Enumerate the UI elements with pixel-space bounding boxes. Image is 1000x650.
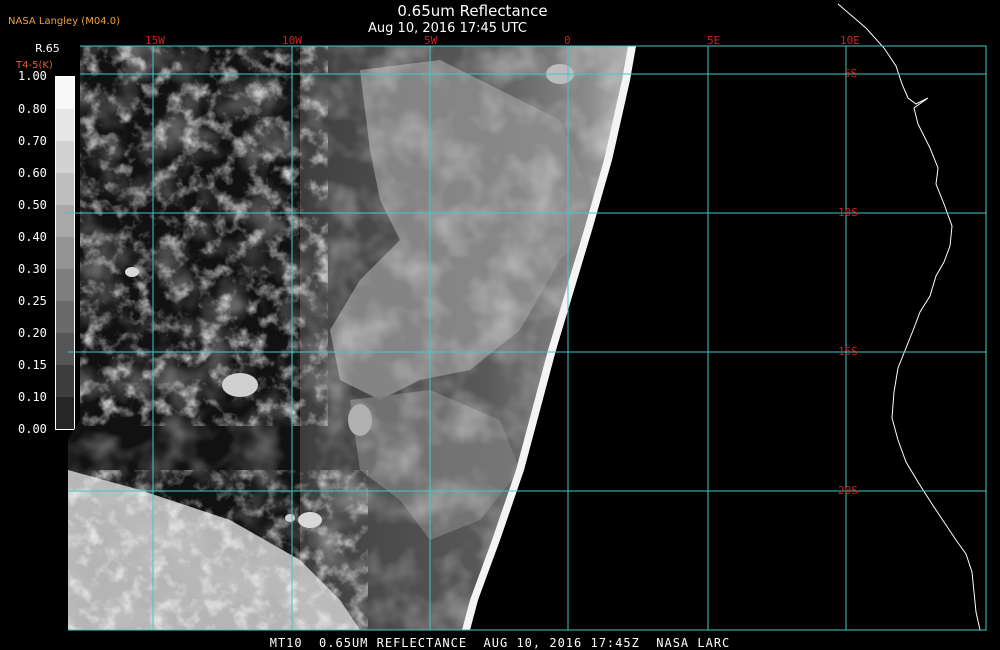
latitude-label: 10S <box>838 206 858 219</box>
coastline <box>837 3 981 631</box>
longitude-label: 15W <box>145 34 165 47</box>
latitude-label: 20S <box>838 484 858 497</box>
latitude-label: 15S <box>838 345 858 358</box>
footer-caption: MT10 0.65UM REFLECTANCE AUG 10, 2016 17:… <box>269 636 731 650</box>
latitude-label: 5S <box>844 67 857 80</box>
longitude-label: 5W <box>424 34 438 47</box>
satellite-map[interactable]: 15W 10W 5W 0 5E 10E 5S 10S 15S 20S <box>0 0 1000 650</box>
latitude-labels: 5S 10S 15S 20S <box>838 67 858 497</box>
earth-disk <box>68 46 636 630</box>
longitude-label: 5E <box>707 34 720 47</box>
longitude-labels: 15W 10W 5W 0 5E 10E <box>145 34 860 47</box>
longitude-label: 10E <box>840 34 860 47</box>
longitude-label: 10W <box>282 34 302 47</box>
longitude-label: 0 <box>564 34 571 47</box>
